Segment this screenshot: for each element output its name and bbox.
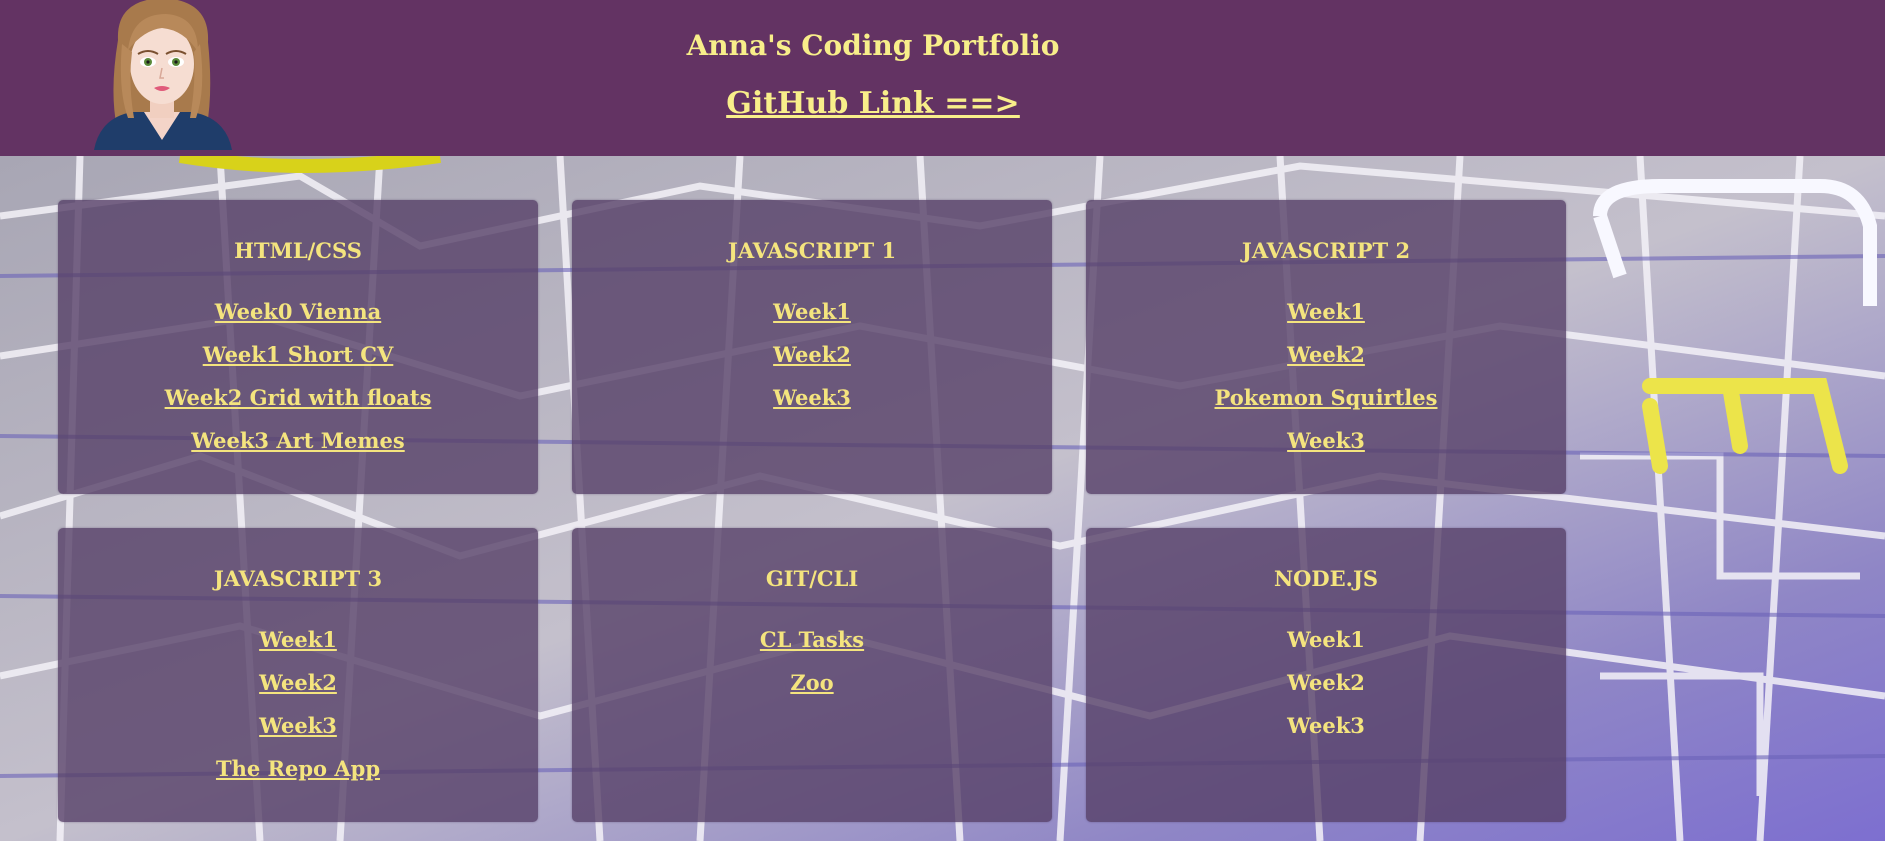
section-title: NODE.JS xyxy=(1273,566,1379,591)
section-card-javascript-1: JAVASCRIPT 1 Week1 Week2 Week3 xyxy=(572,200,1052,494)
section-links: Week1 Week2 Week3 xyxy=(1086,628,1566,757)
section-links: Week0 Vienna Week1 Short CV Week2 Grid w… xyxy=(58,300,538,472)
section-link[interactable]: Week3 xyxy=(1086,429,1566,472)
avatar xyxy=(94,0,232,150)
github-link: GitHub Link ==> xyxy=(0,86,1746,121)
section-link[interactable]: Week2 xyxy=(572,343,1052,386)
section-link[interactable]: Week1 Short CV xyxy=(58,343,538,386)
site-header: Anna's Coding Portfolio GitHub Link ==> xyxy=(0,0,1885,156)
section-link[interactable]: Week1 xyxy=(572,300,1052,343)
section-link[interactable]: Week1 xyxy=(58,628,538,671)
page-title: Anna's Coding Portfolio xyxy=(686,29,1060,62)
section-title: JAVASCRIPT 1 xyxy=(727,238,897,263)
section-title: JAVASCRIPT 3 xyxy=(213,566,383,591)
section-title: HTML/CSS xyxy=(234,238,362,263)
section-link[interactable]: Week1 xyxy=(1086,300,1566,343)
section-link[interactable]: Pokemon Squirtles xyxy=(1086,386,1566,429)
section-link[interactable]: CL Tasks xyxy=(572,628,1052,671)
section-links: Week1 Week2 Week3 xyxy=(572,300,1052,429)
section-link[interactable]: Week2 Grid with floats xyxy=(58,386,538,429)
section-link[interactable]: The Repo App xyxy=(58,757,538,800)
section-link[interactable]: Week2 xyxy=(1086,343,1566,386)
section-card-javascript-3: JAVASCRIPT 3 Week1 Week2 Week3 The Repo … xyxy=(58,528,538,822)
section-link[interactable]: Zoo xyxy=(572,671,1052,714)
section-link[interactable]: Week3 xyxy=(58,714,538,757)
section-links: Week1 Week2 Pokemon Squirtles Week3 xyxy=(1086,300,1566,472)
section-links: Week1 Week2 Week3 The Repo App xyxy=(58,628,538,800)
section-links: CL Tasks Zoo xyxy=(572,628,1052,714)
section-item: Week1 xyxy=(1287,627,1365,652)
section-link[interactable]: Week2 xyxy=(58,671,538,714)
section-card-git-cli: GIT/CLI CL Tasks Zoo xyxy=(572,528,1052,822)
section-card-node-js: NODE.JS Week1 Week2 Week3 xyxy=(1086,528,1566,822)
section-link[interactable]: Week0 Vienna xyxy=(58,300,538,343)
section-item: Week2 xyxy=(1287,670,1365,695)
github-link-text[interactable]: GitHub Link ==> xyxy=(726,86,1019,121)
section-card-html-css: HTML/CSS Week0 Vienna Week1 Short CV Wee… xyxy=(58,200,538,494)
section-item: Week3 xyxy=(1287,713,1365,738)
section-card-javascript-2: JAVASCRIPT 2 Week1 Week2 Pokemon Squirtl… xyxy=(1086,200,1566,494)
section-link[interactable]: Week3 xyxy=(572,386,1052,429)
section-title: JAVASCRIPT 2 xyxy=(1241,238,1411,263)
section-link[interactable]: Week3 Art Memes xyxy=(58,429,538,472)
section-title: GIT/CLI xyxy=(765,566,859,591)
